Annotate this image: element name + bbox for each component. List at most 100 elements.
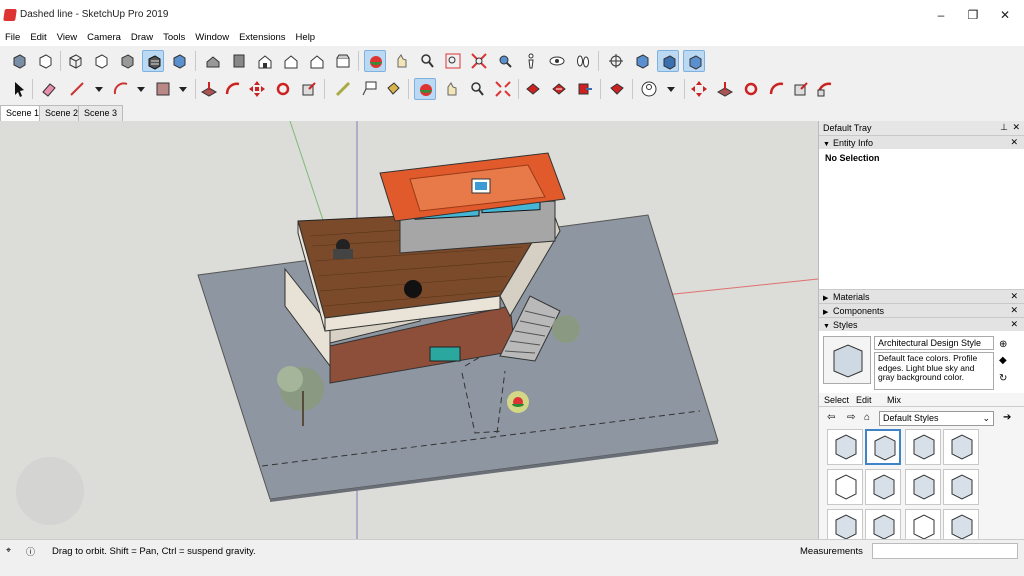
menu-tools[interactable]: Tools	[158, 30, 190, 46]
right-view-icon[interactable]	[280, 50, 302, 72]
style-name-field[interactable]: Architectural Design Style	[874, 336, 994, 350]
follow-me-icon[interactable]	[766, 78, 788, 100]
maximize-button[interactable]: ❐	[958, 6, 988, 24]
tab-select[interactable]: Select	[824, 395, 849, 405]
3d-warehouse-icon[interactable]	[522, 78, 544, 100]
menu-camera[interactable]: Camera	[82, 30, 126, 46]
entity-info-panel-header[interactable]: ▼ Entity Info ✕	[819, 135, 1024, 149]
scale-icon[interactable]	[790, 78, 812, 100]
refresh-icon[interactable]: ↻	[999, 373, 1007, 384]
forward-arrow-icon[interactable]: ⇨	[847, 412, 855, 423]
menu-window[interactable]: Window	[190, 30, 234, 46]
close-icon[interactable]: ✕	[1010, 305, 1018, 316]
menu-extensions[interactable]: Extensions	[234, 30, 290, 46]
minimize-button[interactable]: –	[926, 6, 956, 24]
create-style-icon[interactable]: ⊕	[999, 339, 1007, 350]
style-thumbnail-item[interactable]	[943, 429, 979, 465]
menu-file[interactable]: File	[0, 30, 25, 46]
orbit-icon[interactable]	[364, 50, 386, 72]
chevron-down-icon[interactable]	[88, 78, 110, 100]
details-arrow-icon[interactable]: ➔	[1003, 412, 1011, 423]
components-panel-header[interactable]: ▶ Components ✕	[819, 303, 1024, 317]
share-model-icon[interactable]	[574, 78, 596, 100]
geo-location-icon[interactable]: ⌖	[6, 545, 11, 556]
tape-measure-icon[interactable]	[332, 78, 354, 100]
close-icon[interactable]: ✕	[1010, 137, 1018, 148]
previous-view-icon[interactable]	[494, 50, 516, 72]
menu-view[interactable]: View	[52, 30, 82, 46]
close-button[interactable]: ✕	[990, 6, 1020, 24]
style-thumbnail-item[interactable]	[905, 469, 941, 505]
section-plane-icon[interactable]	[605, 50, 627, 72]
rotate-icon[interactable]	[272, 78, 294, 100]
move-icon[interactable]	[246, 78, 268, 100]
rotate-icon[interactable]	[740, 78, 762, 100]
top-view-icon[interactable]	[228, 50, 250, 72]
select-icon[interactable]	[8, 78, 30, 100]
close-icon[interactable]: ✕	[1010, 291, 1018, 302]
style-thumbnail-item[interactable]	[943, 469, 979, 505]
monochrome-icon[interactable]	[168, 50, 190, 72]
style-thumbnail-item[interactable]	[865, 429, 901, 465]
orbit-icon[interactable]	[414, 78, 436, 100]
hidden-line-icon[interactable]	[90, 50, 112, 72]
front-view-icon[interactable]	[254, 50, 276, 72]
style-description-field[interactable]: Default face colors. Profile edges. Ligh…	[874, 352, 994, 390]
display-section-cuts-icon[interactable]	[657, 50, 679, 72]
style-collection-select[interactable]: Default Styles ⌄	[879, 411, 994, 426]
zoom-icon[interactable]	[466, 78, 488, 100]
back-edges-icon[interactable]	[34, 50, 56, 72]
materials-panel-header[interactable]: ▶ Materials ✕	[819, 289, 1024, 303]
model-viewport[interactable]	[0, 121, 818, 539]
text-icon[interactable]	[358, 78, 380, 100]
arc-icon[interactable]	[110, 78, 132, 100]
close-icon[interactable]: ✕	[1010, 319, 1018, 330]
zoom-window-icon[interactable]	[442, 50, 464, 72]
back-view-icon[interactable]	[306, 50, 328, 72]
move-icon[interactable]	[688, 78, 710, 100]
info-icon[interactable]: ⓘ	[26, 545, 35, 558]
display-section-fill-icon[interactable]	[683, 50, 705, 72]
zoom-extents-icon[interactable]	[468, 50, 490, 72]
position-camera-icon[interactable]	[520, 50, 542, 72]
chevron-down-icon[interactable]	[130, 78, 152, 100]
shaded-textures-icon[interactable]	[142, 50, 164, 72]
display-section-planes-icon[interactable]	[631, 50, 653, 72]
account-icon[interactable]	[638, 78, 660, 100]
scale-icon[interactable]	[298, 78, 320, 100]
menu-draw[interactable]: Draw	[126, 30, 158, 46]
push-pull-icon[interactable]	[714, 78, 736, 100]
menu-edit[interactable]: Edit	[25, 30, 51, 46]
shaded-icon[interactable]	[116, 50, 138, 72]
zoom-icon[interactable]	[416, 50, 438, 72]
chevron-down-icon[interactable]	[660, 78, 682, 100]
home-icon[interactable]: ⌂	[864, 412, 870, 423]
pan-icon[interactable]	[440, 78, 462, 100]
tab-mix[interactable]: Mix	[887, 395, 901, 405]
wireframe-icon[interactable]	[64, 50, 86, 72]
style-thumbnail-item[interactable]	[905, 429, 941, 465]
measurements-input[interactable]	[872, 543, 1018, 559]
style-thumbnail-item[interactable]	[827, 469, 863, 505]
pan-icon[interactable]	[390, 50, 412, 72]
offset-icon[interactable]	[814, 78, 836, 100]
look-around-icon[interactable]	[546, 50, 568, 72]
xray-icon[interactable]	[8, 50, 30, 72]
iso-view-icon[interactable]	[202, 50, 224, 72]
menu-help[interactable]: Help	[291, 30, 321, 46]
extension-manager-icon[interactable]	[606, 78, 628, 100]
zoom-extents-icon[interactable]	[492, 78, 514, 100]
extension-warehouse-icon[interactable]	[548, 78, 570, 100]
tab-scene-3[interactable]: Scene 3	[78, 105, 124, 121]
close-icon[interactable]: ✕	[1012, 122, 1020, 133]
walk-icon[interactable]	[572, 50, 594, 72]
style-thumbnail-item[interactable]	[865, 469, 901, 505]
chevron-down-icon[interactable]	[172, 78, 194, 100]
update-style-icon[interactable]: ◆	[999, 355, 1007, 366]
styles-panel-header[interactable]: ▼ Styles ✕	[819, 317, 1024, 331]
back-arrow-icon[interactable]: ⇦	[827, 412, 835, 423]
eraser-icon[interactable]	[38, 78, 60, 100]
push-pull-icon[interactable]	[198, 78, 220, 100]
left-view-icon[interactable]	[332, 50, 354, 72]
style-thumbnail-item[interactable]	[827, 429, 863, 465]
